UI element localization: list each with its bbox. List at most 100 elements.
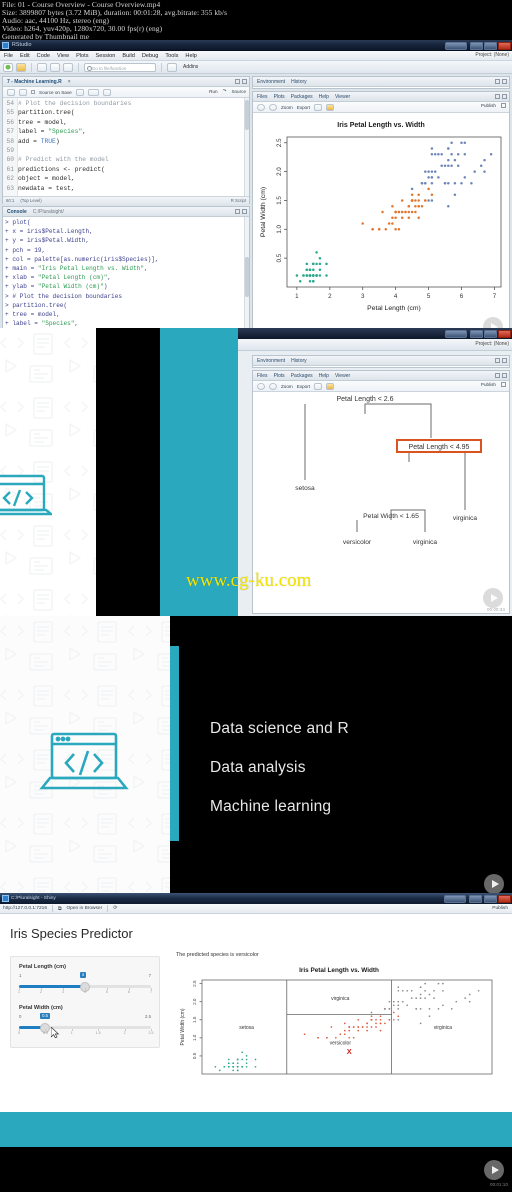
save-all-icon[interactable]: [50, 62, 60, 72]
menu-help[interactable]: Help: [185, 53, 197, 59]
refresh-plot-icon[interactable]: [501, 103, 506, 108]
tab-environment[interactable]: Environment: [257, 79, 285, 85]
tab-help[interactable]: Help: [319, 94, 329, 100]
source-tab-close-icon[interactable]: ×: [68, 79, 71, 85]
slider-petal-width[interactable]: Petal Width (cm) 0 2.5 0.5 0 0.5 1 1.5 2…: [18, 1005, 154, 1038]
shiny-publish-button[interactable]: Publish: [492, 906, 508, 911]
frame2-tab-help[interactable]: Help: [319, 373, 329, 379]
addins-menu[interactable]: Addins: [183, 64, 198, 70]
new-file-icon[interactable]: [3, 62, 13, 72]
maximize-button[interactable]: [484, 41, 497, 50]
env-minimize-icon[interactable]: [495, 79, 500, 84]
tab-history[interactable]: History: [291, 79, 307, 85]
frame2-env-maximize-icon[interactable]: [502, 358, 507, 363]
find-icon[interactable]: [75, 88, 84, 96]
frame2-env-minimize-icon[interactable]: [495, 358, 500, 363]
frame2-refresh-plot-icon[interactable]: [501, 382, 506, 387]
close-button[interactable]: [498, 41, 511, 50]
frame2-tab-viewer[interactable]: Viewer: [335, 373, 350, 379]
tab-files[interactable]: Files: [257, 94, 268, 100]
frame2-tab-files[interactable]: Files: [257, 373, 268, 379]
code-tools-icon[interactable]: [87, 88, 99, 96]
slider-petal-length[interactable]: Petal Length (cm) 1 7 4 1 2 3 4 5 6 7: [18, 964, 152, 994]
minimize-pane-icon[interactable]: [235, 79, 240, 84]
frame4-play-overlay-icon[interactable]: [484, 1160, 504, 1180]
publish-button[interactable]: Publish: [481, 103, 496, 108]
frame2-publish-button[interactable]: Publish: [481, 382, 496, 387]
export-button[interactable]: Export: [297, 105, 310, 110]
frame3-taskbar-minimize[interactable]: [469, 894, 482, 903]
console-scrollbar[interactable]: [244, 217, 249, 328]
console-tab[interactable]: Console: [7, 209, 27, 215]
tab-plots[interactable]: Plots: [274, 94, 285, 100]
print-icon[interactable]: [63, 62, 73, 72]
open-file-icon[interactable]: [16, 62, 26, 72]
menu-edit[interactable]: Edit: [20, 53, 30, 59]
save-icon[interactable]: [37, 62, 47, 72]
back-arrow-icon[interactable]: [7, 88, 15, 96]
shiny-url-text[interactable]: http://127.0.0.1:7216: [3, 906, 47, 911]
menu-plots[interactable]: Plots: [76, 53, 88, 59]
workspace-panes-icon[interactable]: [167, 62, 177, 72]
frame2-play-overlay-icon[interactable]: [483, 588, 503, 608]
menu-file[interactable]: File: [4, 53, 13, 59]
frame2-zoom-button[interactable]: Zoom: [281, 384, 293, 389]
frame2-remove-plot-icon[interactable]: [314, 382, 323, 390]
menu-build[interactable]: Build: [122, 53, 134, 59]
remove-plot-icon[interactable]: [314, 103, 323, 111]
minimize-button[interactable]: [470, 41, 483, 50]
compile-report-icon[interactable]: [102, 88, 111, 96]
frame2-plot-back-icon[interactable]: [257, 382, 265, 390]
frame2-tab-plots[interactable]: Plots: [274, 373, 285, 379]
clear-plots-icon[interactable]: [326, 103, 335, 111]
plot-forward-icon[interactable]: [269, 103, 277, 111]
zoom-button[interactable]: Zoom: [281, 105, 293, 110]
frame2-minimize-button[interactable]: [470, 329, 483, 338]
frame2-export-button[interactable]: Export: [297, 384, 310, 389]
code-editor[interactable]: 54 # Plot the decision boundaries 55 partit…: [3, 98, 249, 196]
menu-tools[interactable]: Tools: [165, 53, 178, 59]
menu-view[interactable]: View: [57, 53, 69, 59]
menu-debug[interactable]: Debug: [142, 53, 158, 59]
env-maximize-icon[interactable]: [502, 79, 507, 84]
frame2-project-selector[interactable]: Project: (None): [475, 341, 509, 347]
plots-minimize-icon[interactable]: [495, 94, 500, 99]
plot-back-icon[interactable]: [257, 103, 265, 111]
open-in-browser-icon[interactable]: ⧉: [58, 906, 61, 912]
maximize-pane-icon[interactable]: [242, 79, 247, 84]
open-in-browser-button[interactable]: Open in Browser: [66, 906, 102, 911]
tab-packages[interactable]: Packages: [291, 94, 313, 100]
frame3-taskbar-item-shiny[interactable]: C:/Pluralsight - Shiny: [2, 894, 56, 902]
console-maximize-icon[interactable]: [242, 209, 247, 214]
plots-maximize-icon[interactable]: [502, 94, 507, 99]
tab-viewer[interactable]: Viewer: [335, 94, 350, 100]
console-output[interactable]: > plot(+ x = iris$Petal.Length, + y = iri…: [3, 217, 249, 328]
frame2-tab-environment[interactable]: Environment: [257, 358, 285, 364]
frame2-tab-history[interactable]: History: [291, 358, 307, 364]
frame2-maximize-button[interactable]: [484, 329, 497, 338]
frame3-taskbar-close[interactable]: [498, 894, 511, 903]
frame2-plots-maximize-icon[interactable]: [502, 373, 507, 378]
frame3-play-overlay-icon[interactable]: [484, 874, 504, 894]
console-minimize-icon[interactable]: [235, 209, 240, 214]
frame2-plots-minimize-icon[interactable]: [495, 373, 500, 378]
frame3-taskbar-maximize[interactable]: [483, 894, 497, 903]
source-tab-machine-learning[interactable]: 7 - Machine Learning.R: [7, 79, 62, 85]
rerun-icon[interactable]: ↷: [223, 88, 227, 94]
code-scope[interactable]: (Top Level): [20, 198, 41, 203]
goto-file-search-input[interactable]: Go to file/function: [84, 62, 156, 72]
frame2-plot-forward-icon[interactable]: [269, 382, 277, 390]
refresh-icon[interactable]: ⟳: [113, 906, 117, 911]
frame2-close-button[interactable]: [498, 329, 511, 338]
project-selector[interactable]: Project: (None): [475, 52, 509, 58]
run-button[interactable]: Run: [209, 89, 217, 94]
console-working-dir[interactable]: C:/Pluralsight/: [33, 209, 64, 215]
menu-session[interactable]: Session: [96, 53, 116, 59]
frame2-clear-plots-icon[interactable]: [326, 382, 335, 390]
menu-code[interactable]: Code: [37, 53, 50, 59]
console-scrollbar-thumb[interactable]: [244, 257, 249, 297]
source-button[interactable]: Source: [231, 89, 246, 94]
source-on-save-checkbox[interactable]: [31, 90, 35, 94]
file-type[interactable]: R Script: [231, 198, 246, 203]
forward-arrow-icon[interactable]: [19, 88, 27, 96]
